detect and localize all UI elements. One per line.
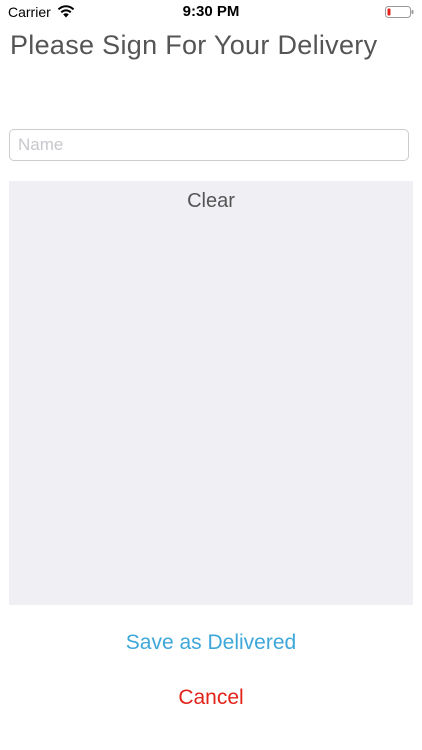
page-title: Please Sign For Your Delivery [10, 30, 378, 60]
save-as-delivered-button[interactable]: Save as Delivered [0, 630, 422, 656]
status-time: 9:30 PM [182, 3, 240, 20]
cancel-button[interactable]: Cancel [0, 685, 422, 711]
name-input[interactable] [9, 129, 409, 161]
clear-button[interactable]: Clear [9, 189, 413, 214]
delivery-signature-screen: Carrier 9:30 PM Please Sign For Your Del… [0, 0, 422, 750]
signature-pad[interactable]: Clear [9, 181, 413, 605]
status-bar: Carrier 9:30 PM [0, 0, 422, 24]
battery-low-icon [385, 6, 414, 18]
